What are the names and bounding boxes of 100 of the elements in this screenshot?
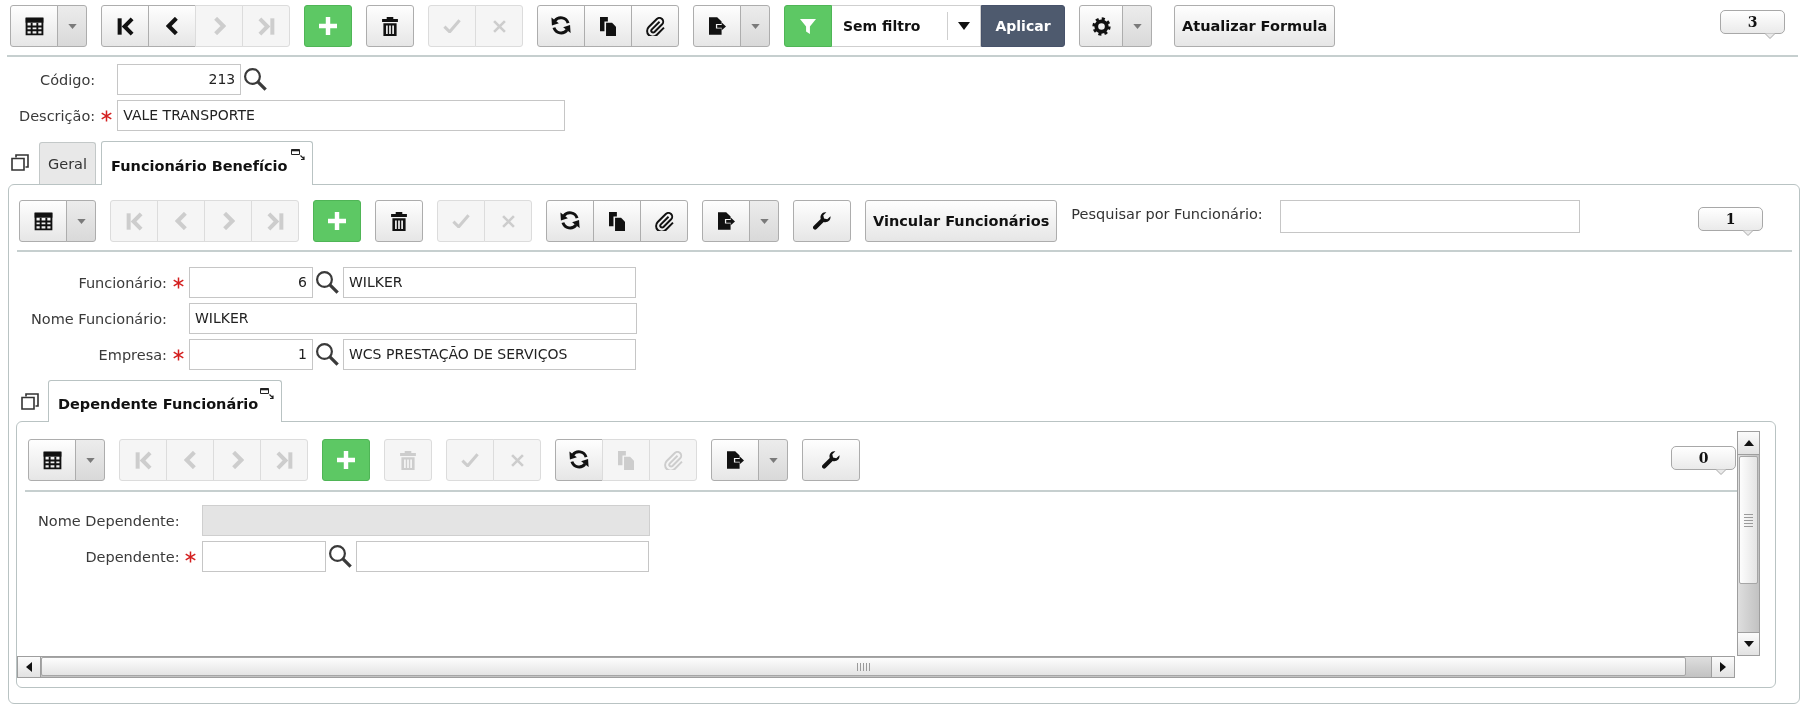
- skip-forward-icon: [257, 16, 275, 36]
- export-button[interactable]: [711, 439, 759, 481]
- code-field[interactable]: 1: [189, 339, 313, 370]
- chevron-left-icon: [183, 451, 197, 469]
- add-button[interactable]: [313, 200, 361, 242]
- previous-record-button[interactable]: [148, 5, 196, 47]
- action-button[interactable]: Vincular Funcionários: [865, 200, 1058, 242]
- caret-down-icon: [67, 23, 77, 29]
- code-field[interactable]: [201, 541, 326, 572]
- chevron-right-icon: [230, 451, 244, 469]
- export-button[interactable]: [702, 200, 750, 242]
- chevron-left-icon: [165, 17, 179, 35]
- plus-icon: [319, 17, 337, 35]
- table-icon: [33, 211, 53, 231]
- attach-button[interactable]: [640, 200, 688, 242]
- first-record-button[interactable]: [101, 5, 149, 47]
- caret-down-icon: [85, 457, 95, 463]
- delete-button[interactable]: [375, 200, 423, 242]
- scrollbar-thumb[interactable]: [1739, 456, 1758, 584]
- tab[interactable]: Funcionário Benefício: [101, 141, 313, 185]
- trash-icon: [382, 16, 398, 36]
- skip-back-icon: [134, 450, 152, 470]
- refresh-icon: [569, 450, 589, 470]
- refresh-button[interactable]: [555, 439, 603, 481]
- gear-icon: [1091, 16, 1111, 36]
- trash-icon: [400, 450, 416, 470]
- search-icon[interactable]: [244, 68, 268, 91]
- caret-down-icon: [1132, 23, 1142, 29]
- triangle-left-icon: [26, 662, 32, 672]
- paperclip-icon: [645, 16, 665, 36]
- tools-button[interactable]: [802, 439, 860, 481]
- field-label: Nome Funcionário:: [31, 310, 167, 327]
- attach-button[interactable]: [631, 5, 679, 47]
- x-icon: [501, 214, 515, 228]
- scrollbar-thumb[interactable]: [41, 657, 1686, 676]
- search-icon[interactable]: [316, 271, 339, 294]
- text-field[interactable]: WILKER: [189, 303, 637, 334]
- delete-button[interactable]: [366, 5, 414, 47]
- grid-view-button[interactable]: [10, 5, 58, 47]
- skip-back-icon: [116, 16, 134, 36]
- add-button[interactable]: [304, 5, 352, 47]
- scroll-right-button[interactable]: [1711, 657, 1734, 677]
- scroll-up-button[interactable]: [1738, 432, 1759, 455]
- filter-select[interactable]: Sem filtro: [832, 5, 981, 47]
- refresh-button[interactable]: [546, 200, 594, 242]
- scroll-down-button[interactable]: [1738, 632, 1759, 655]
- grid-view-button[interactable]: [28, 439, 76, 481]
- chevron-right-icon: [221, 212, 235, 230]
- refresh-button[interactable]: [537, 5, 585, 47]
- search-icon[interactable]: [316, 343, 339, 366]
- name-field[interactable]: WCS PRESTAÇÃO DE SERVIÇOS: [343, 339, 636, 370]
- settings-button[interactable]: [1079, 5, 1123, 47]
- trash-icon: [391, 211, 407, 231]
- x-icon: [510, 453, 524, 467]
- caret-down-icon: [76, 218, 86, 224]
- documents-icon: [609, 211, 625, 231]
- filter-button[interactable]: [784, 5, 832, 47]
- export-button[interactable]: [693, 5, 741, 47]
- wrench-icon: [822, 451, 840, 469]
- triangle-right-icon: [1720, 662, 1726, 672]
- copy-button[interactable]: [584, 5, 632, 47]
- skip-forward-icon: [266, 211, 284, 231]
- search-field[interactable]: [1279, 200, 1580, 233]
- tab[interactable]: Geral: [39, 142, 97, 184]
- caret-down-icon: [750, 23, 760, 29]
- tools-button[interactable]: [793, 200, 851, 242]
- action-button[interactable]: Atualizar Formula: [1174, 5, 1336, 47]
- wrench-icon: [813, 212, 831, 230]
- copy-button[interactable]: [593, 200, 641, 242]
- name-field[interactable]: WILKER: [343, 267, 636, 298]
- field-label: Nome Dependente:: [38, 512, 180, 529]
- chevron-left-icon: [174, 212, 188, 230]
- search-icon[interactable]: [328, 545, 352, 568]
- field-label: Descrição:: [19, 107, 96, 124]
- field-label: Dependente:: [84, 548, 180, 565]
- triangle-up-icon: [1743, 440, 1754, 446]
- export-icon: [726, 451, 744, 469]
- maximize-icon: [260, 388, 275, 400]
- maximize-icon: [290, 149, 305, 161]
- field-label: Código:: [39, 71, 96, 88]
- field-label: Funcionário:: [77, 274, 167, 291]
- search-label: Pesquisar por Funcionário:: [1071, 206, 1263, 222]
- export-icon: [717, 212, 735, 230]
- apply-button[interactable]: Aplicar: [981, 5, 1065, 47]
- tab[interactable]: Dependente Funcionário: [48, 380, 283, 422]
- triangle-down-icon: [1743, 641, 1754, 647]
- grid-view-button[interactable]: [19, 200, 67, 242]
- code-field[interactable]: 6: [189, 267, 313, 298]
- text-field[interactable]: VALE TRANSPORTE: [117, 100, 566, 131]
- field-label: Empresa:: [97, 346, 167, 363]
- scroll-left-button[interactable]: [18, 657, 41, 677]
- caret-down-icon: [759, 218, 769, 224]
- checkmark-icon: [443, 19, 461, 33]
- name-field[interactable]: [355, 541, 649, 572]
- plus-icon: [337, 451, 355, 469]
- checkmark-icon: [452, 214, 470, 228]
- caret-down-icon: [958, 22, 970, 30]
- documents-icon: [600, 16, 616, 36]
- add-button[interactable]: [322, 439, 370, 481]
- code-field[interactable]: 213: [117, 64, 242, 95]
